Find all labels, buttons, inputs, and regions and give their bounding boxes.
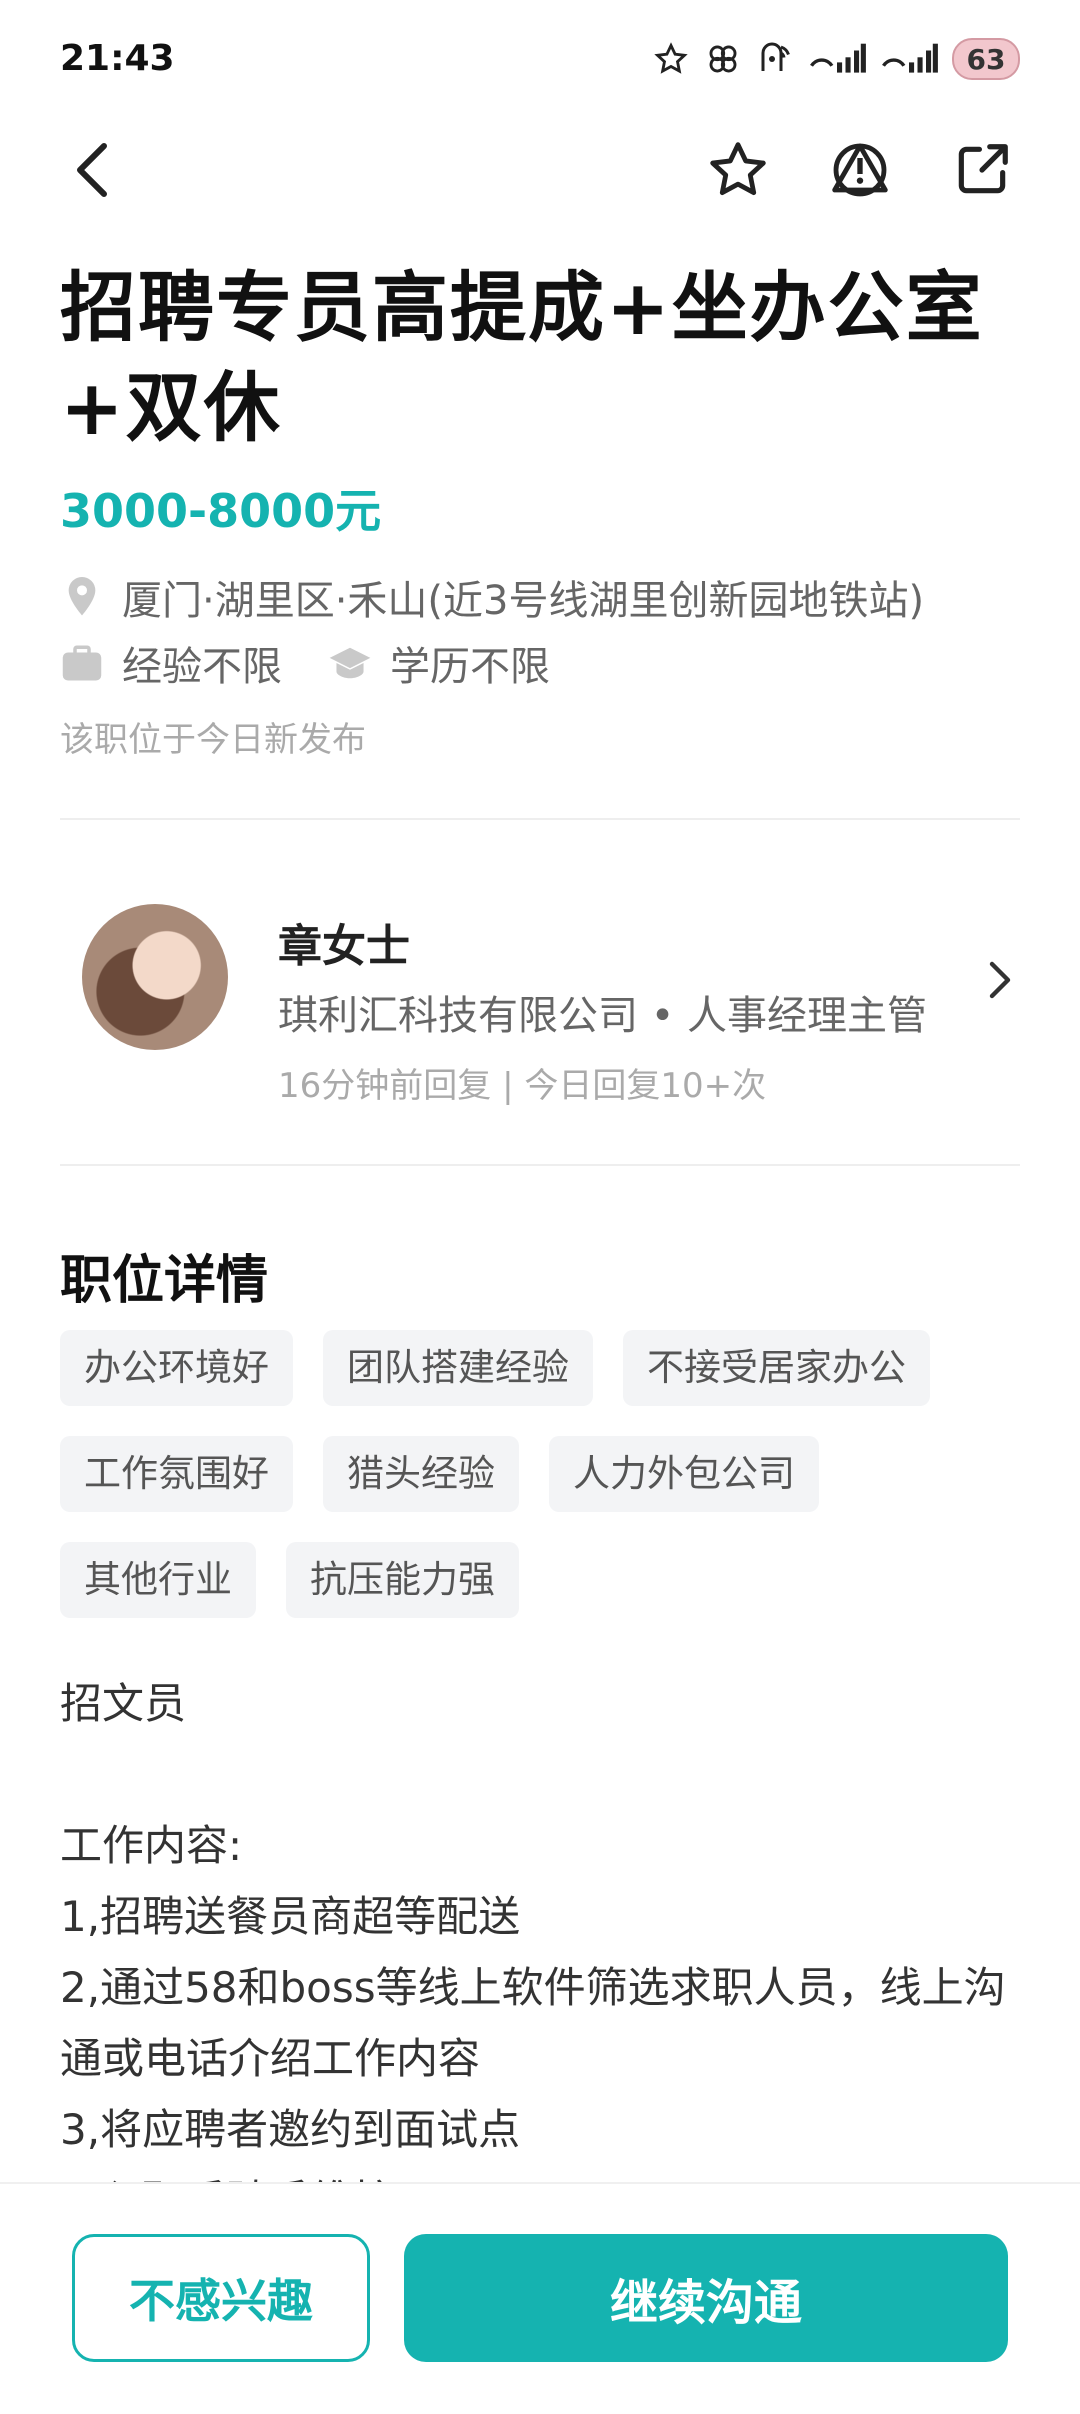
pinwheel-icon — [704, 40, 742, 78]
section-title-job-details: 职位详情 — [60, 1251, 269, 1311]
tag: 办公环境好 — [60, 1330, 293, 1406]
briefcase-icon — [60, 641, 104, 685]
not-interested-button[interactable]: 不感兴趣 — [72, 2234, 370, 2362]
avatar — [82, 904, 228, 1050]
top-nav — [0, 120, 1080, 220]
job-salary: 3000-8000元 — [60, 484, 382, 538]
signal-5g-icon — [808, 40, 866, 78]
battery-indicator: 63 — [952, 38, 1020, 80]
job-education: 学历不限 — [390, 644, 550, 690]
tag: 人力外包公司 — [549, 1436, 819, 1512]
bottom-action-bar: 不感兴趣 继续沟通 — [0, 2182, 1080, 2414]
back-icon — [77, 143, 107, 197]
recruiter-reply-stats: 16分钟前回复 | 今日回复10+次 — [278, 1066, 767, 1106]
share-icon — [958, 144, 1008, 194]
report-button[interactable] — [822, 132, 898, 208]
location-row: 厦门·湖里区·禾山(近3号线湖里创新园地铁站) — [60, 568, 924, 626]
requirements-row: 经验不限 学历不限 — [60, 634, 550, 692]
job-experience: 经验不限 — [122, 644, 282, 690]
tag: 团队搭建经验 — [323, 1330, 593, 1406]
star-icon — [710, 142, 766, 196]
hotspot-icon — [756, 40, 794, 78]
divider — [60, 818, 1020, 820]
divider — [60, 1164, 1020, 1166]
status-time: 21:43 — [60, 38, 175, 79]
chevron-right-icon — [980, 950, 1020, 1010]
description-item: 3,将应聘者邀约到面试点 — [60, 2105, 521, 2154]
job-location: 厦门·湖里区·禾山(近3号线湖里创新园地铁站) — [122, 578, 925, 624]
job-title: 招聘专员高提成+坐办公室+双休 — [60, 263, 984, 452]
report-icon — [832, 143, 888, 197]
signal-4g-icon — [880, 40, 938, 78]
tag: 工作氛围好 — [60, 1436, 293, 1512]
tag: 抗压能力强 — [286, 1542, 519, 1618]
share-button[interactable] — [944, 132, 1020, 208]
recruiter-company: 琪利汇科技有限公司 • 人事经理主管 — [278, 993, 928, 1039]
posted-note: 该职位于今日新发布 — [60, 720, 366, 760]
tag: 不接受居家办公 — [623, 1330, 930, 1406]
back-button[interactable] — [56, 132, 132, 208]
tag: 猎头经验 — [323, 1436, 519, 1512]
tag-list: 办公环境好 团队搭建经验 不接受居家办公 工作氛围好 猎头经验 人力外包公司 其… — [60, 1330, 1040, 1648]
tag: 其他行业 — [60, 1542, 256, 1618]
star-outline-icon — [652, 40, 690, 78]
recruiter-name: 章女士 — [278, 921, 410, 972]
continue-chat-button[interactable]: 继续沟通 — [404, 2234, 1008, 2362]
description-item: 2,通过58和boss等线上软件筛选求职人员，线上沟通或电话介绍工作内容 — [60, 1963, 1006, 2083]
favorite-button[interactable] — [700, 132, 776, 208]
recruiter-card[interactable]: 章女士 琪利汇科技有限公司 • 人事经理主管 16分钟前回复 | 今日回复10+… — [60, 880, 1020, 1106]
job-description: 招文员 工作内容: 1,招聘送餐员商超等配送 2,通过58和boss等线上软件筛… — [60, 1668, 1020, 2236]
description-item: 1,招聘送餐员商超等配送 — [60, 1892, 521, 1941]
description-heading: 招文员 — [60, 1679, 187, 1728]
status-icons: 63 — [652, 38, 1020, 80]
status-bar: 21:43 63 — [0, 0, 1080, 120]
description-content-label: 工作内容: — [60, 1821, 243, 1870]
graduation-cap-icon — [328, 641, 372, 685]
location-pin-icon — [60, 575, 104, 619]
